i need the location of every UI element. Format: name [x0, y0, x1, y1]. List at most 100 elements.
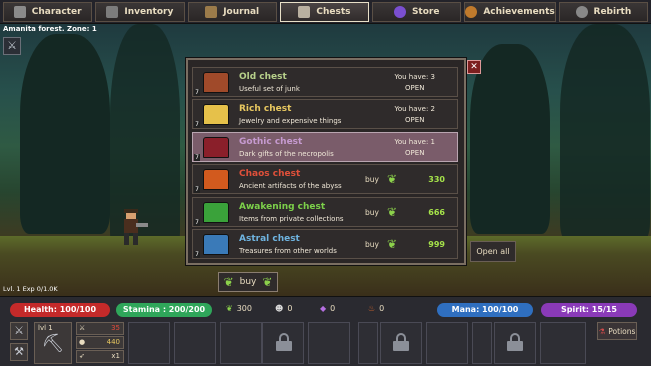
buy-label[interactable]: buy — [365, 240, 379, 249]
chest-row-chaos[interactable]: Chaos chest Ancient artifacts of the aby… — [192, 164, 458, 194]
tab-label: Character — [31, 7, 82, 17]
weapon-slots: ⚔ ⚒ — [10, 322, 30, 364]
open-button[interactable]: OPEN — [394, 148, 435, 159]
chest-icon — [203, 169, 229, 190]
spirit-bar: Spirit: 15/15 — [541, 303, 637, 317]
chest-icon — [203, 202, 229, 223]
store-icon — [393, 6, 406, 18]
chest-have: You have: 3 OPEN — [394, 73, 435, 94]
skill-slot[interactable] — [128, 322, 170, 364]
open-button[interactable]: OPEN — [394, 115, 435, 126]
buy-label: buy — [239, 277, 257, 287]
level-exp: Lvl. 1 Exp 0/1.0K — [3, 285, 58, 293]
skill-slot[interactable] — [220, 322, 262, 364]
skill-slot[interactable] — [472, 322, 492, 364]
lock-icon — [507, 333, 523, 351]
tab-journal[interactable]: Journal — [187, 2, 277, 22]
arrow-icon: ➶ — [79, 352, 85, 360]
open-all-button[interactable]: Open all — [470, 241, 516, 262]
chest-row-old[interactable]: Old chest Useful set of junk You have: 3… — [192, 67, 458, 97]
journal-icon — [205, 6, 218, 18]
chest-price: 330 — [428, 175, 445, 184]
skill-slot[interactable] — [308, 322, 350, 364]
chest-desc: Useful set of junk — [239, 85, 300, 93]
skill-slot[interactable] — [426, 322, 468, 364]
rebirth-icon — [575, 6, 588, 18]
leaf-icon: ❦ — [386, 205, 397, 219]
sword-icon: ⚔ — [79, 324, 86, 332]
chest-row-astral[interactable]: Astral chest Treasures from other worlds… — [192, 229, 458, 259]
chest-row-awakening[interactable]: Awakening chest Items from private colle… — [192, 197, 458, 227]
tab-label: Journal — [223, 7, 260, 17]
chest-desc: Ancient artifacts of the abyss — [239, 182, 342, 190]
lock-icon — [393, 333, 409, 351]
leaf-icon: ❦ — [262, 275, 273, 289]
top-nav: Character Inventory Journal Chests Store… — [0, 0, 651, 24]
chest-icon — [203, 137, 229, 158]
item-slot-pickaxe[interactable]: lvl 1 ⛏ — [34, 322, 72, 364]
leaf-icon: ❦ — [223, 275, 234, 289]
chest-have: You have: 1 OPEN — [394, 138, 435, 159]
chest-desc: Jewelry and expensive things — [239, 117, 342, 125]
chest-row-rich[interactable]: Rich chest Jewelry and expensive things … — [192, 99, 458, 129]
tab-store[interactable]: Store — [372, 2, 462, 22]
potion-icon: ⚗ — [598, 326, 606, 336]
sword-icon[interactable]: ⚔ — [3, 37, 21, 55]
flame-icon: ♨ — [368, 304, 376, 313]
item-level: lvl 1 — [38, 324, 53, 332]
tab-label: Rebirth — [593, 7, 632, 17]
weapon-slot-hammer[interactable]: ⚒ — [10, 343, 28, 361]
zone-label: Amanita forest. Zone: 1 — [3, 25, 97, 33]
tab-character[interactable]: Character — [3, 2, 93, 22]
crystal-icon: ◆ — [320, 304, 327, 313]
hero-sprite — [124, 209, 148, 245]
buy-label[interactable]: buy — [365, 208, 379, 217]
resource-skull: ☻ 0 — [275, 304, 293, 313]
chest-icon — [203, 104, 229, 125]
inventory-icon — [106, 6, 119, 18]
hotkey-badge: 7 — [194, 219, 200, 226]
tab-achievements[interactable]: Achievements — [464, 2, 556, 22]
chest-desc: Dark gifts of the necropolis — [239, 150, 334, 158]
tab-chests[interactable]: Chests — [279, 2, 370, 22]
tab-inventory[interactable]: Inventory — [95, 2, 185, 22]
chest-row-gothic[interactable]: Gothic chest Dark gifts of the necropoli… — [192, 132, 458, 162]
hotkey-badge: 7 — [194, 89, 200, 96]
skill-slot[interactable] — [540, 322, 586, 364]
chest-icon — [203, 72, 229, 93]
mana-bar: Mana: 100/100 — [437, 303, 533, 317]
hotkey-badge: 7 — [194, 121, 200, 128]
leaf-icon: ❦ — [386, 172, 397, 186]
chest-have: You have: 2 OPEN — [394, 105, 435, 126]
chest-name: Rich chest — [239, 104, 292, 114]
close-button[interactable]: ✕ — [467, 60, 481, 74]
gold-stat: ● 440 — [76, 336, 124, 349]
buy-label[interactable]: buy — [365, 175, 379, 184]
tab-label: Chests — [316, 7, 351, 17]
chest-desc: Items from private collections — [239, 215, 344, 223]
resource-flame: ♨ 0 — [368, 304, 385, 313]
skill-slot[interactable] — [358, 322, 378, 364]
chest-price: 999 — [428, 240, 445, 249]
tab-label: Achievements — [483, 7, 555, 17]
buy-button[interactable]: ❦ buy ❦ — [218, 272, 278, 292]
chest-name: Chaos chest — [239, 169, 301, 179]
damage-stat: ⚔ 35 — [76, 322, 124, 335]
skill-slot[interactable] — [174, 322, 216, 364]
tab-rebirth[interactable]: Rebirth — [558, 2, 649, 22]
chest-price: 666 — [428, 208, 445, 217]
health-bar: Health: 100/100 — [10, 303, 110, 317]
item-stats: ⚔ 35 ● 440 ➶ x1 — [76, 322, 124, 364]
chest-name: Gothic chest — [239, 137, 303, 147]
leaf-icon: ❦ — [386, 237, 397, 251]
chest-icon — [203, 234, 229, 255]
chest-name: Awakening chest — [239, 202, 326, 212]
potions-button[interactable]: ⚗ Potions — [597, 322, 637, 340]
lock-icon — [276, 333, 292, 351]
hotkey-badge: 7 — [194, 154, 200, 161]
open-button[interactable]: OPEN — [394, 83, 435, 94]
chest-name: Old chest — [239, 72, 287, 82]
chest-desc: Treasures from other worlds — [239, 247, 337, 255]
weapon-slot-sword[interactable]: ⚔ — [10, 322, 28, 340]
stamina-bar: Stamina : 200/200 — [116, 303, 212, 317]
